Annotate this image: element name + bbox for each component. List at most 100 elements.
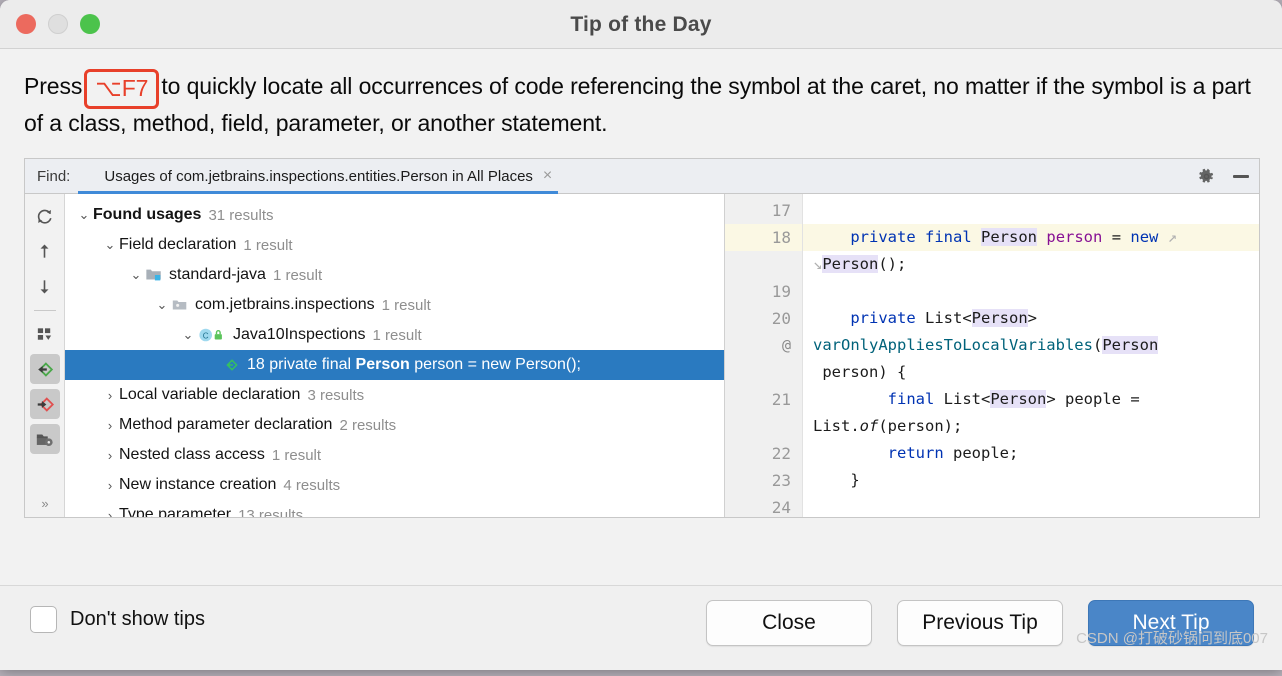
tree-row-count: 4 results (283, 476, 341, 494)
tree-row-label: 18 private final Person person = new Per… (247, 356, 581, 373)
usage-icon (223, 356, 241, 374)
dont-show-tips-checkbox[interactable] (30, 606, 57, 633)
close-icon[interactable]: × (543, 168, 552, 184)
tip-text-rest: to quickly locate all occurrences of cod… (24, 73, 1251, 136)
tree-row[interactable]: ⌄ Field declaration 1 result (65, 230, 724, 260)
group-by-icon[interactable] (30, 319, 60, 349)
tip-text-prefix: Press (24, 73, 83, 99)
code-line: final List<Person> people = (887, 390, 1140, 408)
tree-row-label: Found usages (93, 206, 202, 223)
code-line: private final Person person = new ↗ (803, 224, 1259, 251)
line-number (725, 251, 802, 278)
module-icon (145, 266, 163, 284)
chevron-down-icon[interactable]: ⌄ (75, 207, 93, 223)
svg-text:C: C (203, 332, 209, 341)
tree-row-count: 3 results (307, 386, 365, 404)
gear-icon[interactable] (1198, 168, 1215, 185)
find-label: Find: (37, 167, 71, 185)
code-line: varOnlyAppliesToLocalVariables(Person (813, 336, 1159, 354)
window-title: Tip of the Day (570, 13, 712, 36)
tree-row-count: 13 results (238, 506, 304, 518)
usages-tree[interactable]: ⌄ Found usages 31 results ⌄ Field declaratio… (65, 194, 725, 517)
tree-row-label: New instance creation (119, 476, 277, 493)
code-lines[interactable]: private final Person person = new ↗ ↘Pers… (803, 194, 1259, 517)
filter-icon[interactable] (29, 424, 60, 454)
chevron-down-icon[interactable]: ⌄ (101, 237, 119, 253)
code-gutter: 17 18 19 20 @21 22 23 24 (725, 194, 803, 517)
find-tab-title: Usages of com.jetbrains.inspections.enti… (104, 167, 533, 185)
tree-row[interactable]: ⌄ C Java10Inspections 1 result (65, 320, 724, 350)
tree-row-count: 31 results (208, 206, 274, 224)
footer-buttons: Close Previous Tip Next Tip (706, 600, 1254, 646)
line-number: 19 (771, 282, 791, 301)
tree-row[interactable]: › Nested class access 1 result (65, 440, 724, 470)
tree-row[interactable]: › Method parameter declaration 2 results (65, 410, 724, 440)
find-tab[interactable]: Usages of com.jetbrains.inspections.enti… (78, 159, 559, 194)
chevron-right-icon[interactable]: › (101, 448, 119, 463)
tree-row-label: standard-java (169, 266, 266, 283)
tree-row[interactable]: ⌄ Found usages 31 results (65, 200, 724, 230)
package-icon (171, 296, 189, 314)
chevron-down-icon[interactable]: ⌄ (179, 327, 197, 343)
tree-row-label: Field declaration (119, 236, 237, 253)
tree-row-count: 1 result (271, 446, 322, 464)
next-occurrence-icon[interactable] (30, 271, 60, 301)
tree-row[interactable]: › Type parameter 13 results (65, 500, 724, 517)
line-number: 21 (771, 390, 791, 409)
annotation-gutter-mark: @ (781, 336, 791, 354)
find-toolbar: » (25, 194, 65, 517)
chevron-right-icon[interactable]: › (101, 478, 119, 493)
collapse-all-icon[interactable] (29, 389, 60, 419)
chevron-right-icon[interactable]: › (101, 388, 119, 403)
line-number: 17 (771, 201, 791, 220)
tip-body: Press ⌥F7 to quickly locate all occurrence… (0, 49, 1282, 144)
dont-show-tips-label: Don't show tips (70, 608, 205, 630)
tree-row[interactable]: › Local variable declaration 3 results (65, 380, 724, 410)
tree-row-label: Type parameter (119, 506, 232, 517)
code-preview: 17 18 19 20 @21 22 23 24 private final Person p… (725, 194, 1259, 517)
next-tip-button[interactable]: Next Tip (1088, 600, 1254, 646)
code-line: private List<Person> (850, 309, 1037, 327)
shortcut-key-badge: ⌥F7 (84, 69, 160, 109)
expand-all-icon[interactable] (29, 354, 60, 384)
line-number: 20 (771, 309, 791, 328)
code-line: } (813, 471, 860, 489)
code-line: person) { (813, 363, 907, 381)
code-line: ↘Person(); (813, 255, 907, 273)
tree-row[interactable]: 18 private final Person person = new Per… (65, 350, 724, 380)
tree-row-label: Local variable declaration (119, 386, 301, 403)
tree-row-count: 1 result (381, 296, 431, 314)
minimize-icon[interactable] (1233, 174, 1249, 178)
tree-row-count: 2 results (339, 416, 397, 434)
previous-occurrence-icon[interactable] (30, 236, 60, 266)
find-header-actions (1198, 159, 1249, 193)
code-line: return people; (887, 444, 1019, 462)
find-tool-window: Find: Usages of com.jetbrains.inspection… (24, 158, 1260, 518)
tree-row[interactable]: › New instance creation 4 results (65, 470, 724, 500)
tree-row[interactable]: ⌄ standard-java 1 result (65, 260, 724, 290)
chevron-right-icon[interactable]: › (101, 418, 119, 433)
tip-text: Press ⌥F7 to quickly locate all occurrence… (24, 67, 1260, 140)
tip-of-the-day-window: Tip of the Day Press ⌥F7 to quickly locate… (0, 0, 1282, 670)
line-number: 23 (771, 471, 791, 490)
line-number: 22 (771, 444, 791, 463)
chevron-right-icon[interactable]: › (101, 508, 119, 518)
line-number: 24 (771, 498, 791, 517)
tree-row[interactable]: ⌄ com.jetbrains.inspections 1 result (65, 290, 724, 320)
rerun-search-icon[interactable] (30, 201, 60, 231)
code-line: List.of(person); (813, 417, 963, 435)
line-number (725, 359, 802, 386)
close-button[interactable]: Close (706, 600, 872, 646)
class-icon: C (197, 326, 227, 344)
dont-show-tips-row[interactable]: Don't show tips (30, 606, 205, 633)
toolbar-separator (33, 310, 56, 311)
find-header: Find: Usages of com.jetbrains.inspection… (25, 159, 1259, 194)
chevron-down-icon[interactable]: ⌄ (153, 297, 171, 313)
toolbar-overflow-icon[interactable]: » (25, 496, 64, 511)
dialog-footer: Don't show tips Close Previous Tip Next Ti… (0, 585, 1282, 670)
find-main: » ⌄ Found usages 31 results ⌄ Field declarat… (25, 194, 1259, 517)
previous-tip-button[interactable]: Previous Tip (897, 600, 1063, 646)
chevron-down-icon[interactable]: ⌄ (127, 267, 145, 283)
tree-row-count: 1 result (243, 236, 293, 254)
